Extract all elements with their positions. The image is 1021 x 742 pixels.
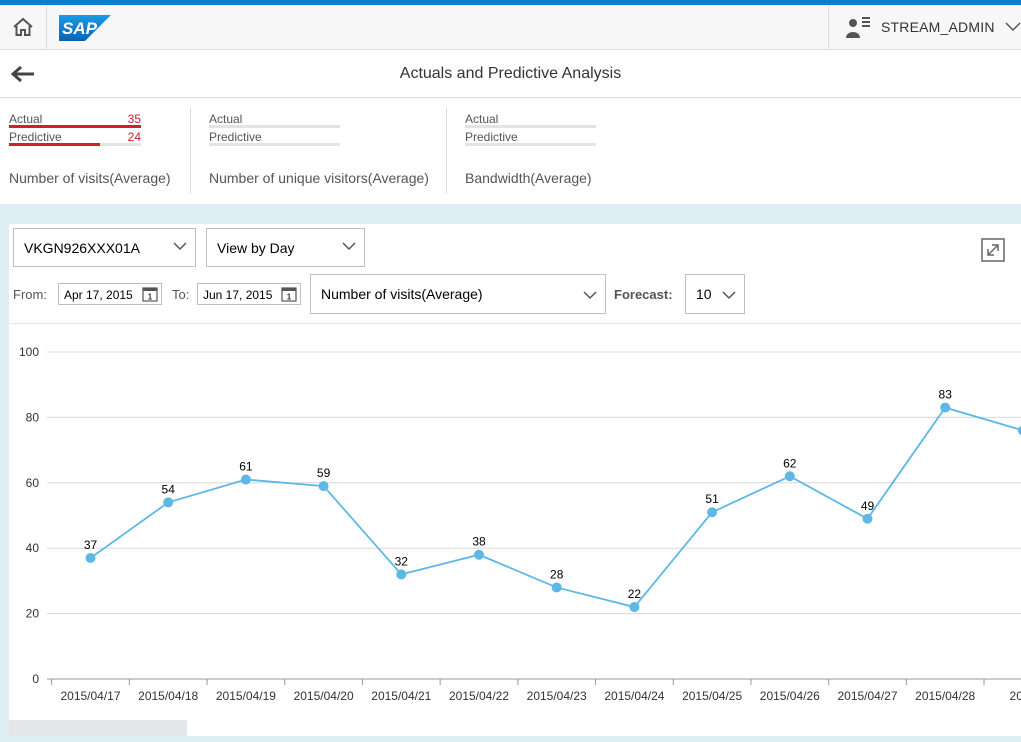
x-tick-label: 2015/04/19 xyxy=(216,689,276,703)
x-tick-label: 2015/04/25 xyxy=(682,689,742,703)
data-label: 49 xyxy=(861,499,875,513)
x-tick-label: 2015/04/23 xyxy=(527,689,587,703)
shell-bar: SAP STREAM_ADMIN xyxy=(0,5,1021,50)
y-tick-label: 80 xyxy=(26,410,40,424)
data-label: 59 xyxy=(317,466,331,480)
home-icon xyxy=(13,17,33,36)
page-header: Actuals and Predictive Analysis xyxy=(0,50,1021,98)
x-tick-label: 2015/04/20 xyxy=(294,689,354,703)
data-point[interactable] xyxy=(85,553,96,564)
data-label: 51 xyxy=(705,492,719,506)
sap-logo: SAP xyxy=(59,15,111,41)
kpi-actual-label: Actual xyxy=(9,112,43,126)
kpi-predictive-track xyxy=(465,143,596,146)
kpi-divider xyxy=(190,108,191,194)
kpi-title: Number of visits(Average) xyxy=(9,170,171,186)
data-point[interactable] xyxy=(240,474,251,485)
data-label: 83 xyxy=(939,388,953,402)
data-label: 37 xyxy=(84,538,98,552)
username: STREAM_ADMIN xyxy=(881,19,995,35)
home-button[interactable] xyxy=(0,5,47,49)
kpi-title: Number of unique visitors(Average) xyxy=(209,170,429,186)
x-tick-label: 2015/04/18 xyxy=(138,689,198,703)
chart-panel: VKGN926XXX01A View by Day From: Apr 17, … xyxy=(9,224,1021,736)
x-tick-label: 2015/04/24 xyxy=(604,689,664,703)
data-label: 62 xyxy=(783,456,797,470)
user-menu-icon xyxy=(846,17,870,38)
x-tick-label: 2015/04/21 xyxy=(371,689,431,703)
page-title: Actuals and Predictive Analysis xyxy=(399,65,622,82)
x-tick-label: 2015/04/22 xyxy=(449,689,509,703)
data-point[interactable] xyxy=(551,582,562,593)
data-point[interactable] xyxy=(940,402,951,413)
data-label: 22 xyxy=(628,587,642,601)
kpi-predictive-value: 24 xyxy=(127,130,141,144)
kpi-actual-value: 35 xyxy=(127,112,141,126)
kpi-strip: Actual 35 Predictive 24 Number of visits… xyxy=(0,98,1021,204)
x-tick-label: 2015/04/28 xyxy=(915,689,975,703)
data-point[interactable] xyxy=(707,507,718,518)
kpi-predictive-row: Predictive xyxy=(465,128,596,146)
user-menu[interactable]: STREAM_ADMIN xyxy=(828,5,1021,49)
x-tick-label: 2015/04/17 xyxy=(60,689,120,703)
kpi-actual-label: Actual xyxy=(465,112,499,126)
kpi-predictive-track xyxy=(209,143,340,146)
data-label: 32 xyxy=(395,554,409,568)
chart-scrollbar-thumb[interactable] xyxy=(9,720,187,736)
kpi-tile-visits[interactable]: Actual 35 Predictive 24 Number of visits… xyxy=(9,110,171,194)
kpi-predictive-label: Predictive xyxy=(209,130,262,144)
kpi-actual-row: Actual 35 xyxy=(9,110,141,128)
kpi-actual-row: Actual xyxy=(209,110,340,128)
data-label: 61 xyxy=(239,460,253,474)
data-label: 38 xyxy=(472,535,486,549)
line-chart: 0 20 40 60 80 100 2015/04/17 2015/04/18 2015/04/… xyxy=(19,345,1021,703)
y-tick-label: 0 xyxy=(32,672,39,686)
sap-logo-text: SAP xyxy=(62,19,98,38)
kpi-tile-bandwidth[interactable]: Actual Predictive Bandwidth(Average) xyxy=(465,110,596,194)
kpi-actual-row: Actual xyxy=(465,110,596,128)
kpi-tile-unique-visitors[interactable]: Actual Predictive Number of unique visit… xyxy=(209,110,429,194)
kpi-predictive-bar xyxy=(9,143,100,146)
chevron-down-icon xyxy=(1005,22,1021,32)
y-tick-label: 100 xyxy=(19,345,39,359)
kpi-actual-label: Actual xyxy=(209,112,243,126)
kpi-predictive-label: Predictive xyxy=(9,130,62,144)
y-tick-label: 60 xyxy=(26,476,40,490)
data-point[interactable] xyxy=(318,481,329,492)
kpi-predictive-label: Predictive xyxy=(465,130,518,144)
y-tick-label: 20 xyxy=(26,607,40,621)
kpi-predictive-row: Predictive xyxy=(209,128,340,146)
data-point[interactable] xyxy=(474,549,484,560)
data-point[interactable] xyxy=(784,471,795,482)
x-tick-label: 2015 xyxy=(1010,689,1021,703)
data-point[interactable] xyxy=(862,513,873,524)
data-label: 54 xyxy=(162,482,176,496)
x-tick-label: 2015/04/27 xyxy=(837,689,897,703)
data-point[interactable] xyxy=(396,569,407,580)
data-point[interactable] xyxy=(163,497,174,508)
data-point[interactable] xyxy=(629,602,640,613)
data-label: 28 xyxy=(550,567,564,581)
kpi-divider xyxy=(446,108,447,194)
kpi-title: Bandwidth(Average) xyxy=(465,170,592,186)
kpi-predictive-row: Predictive 24 xyxy=(9,128,141,146)
y-tick-label: 40 xyxy=(26,541,40,555)
x-tick-label: 2015/04/26 xyxy=(760,689,820,703)
